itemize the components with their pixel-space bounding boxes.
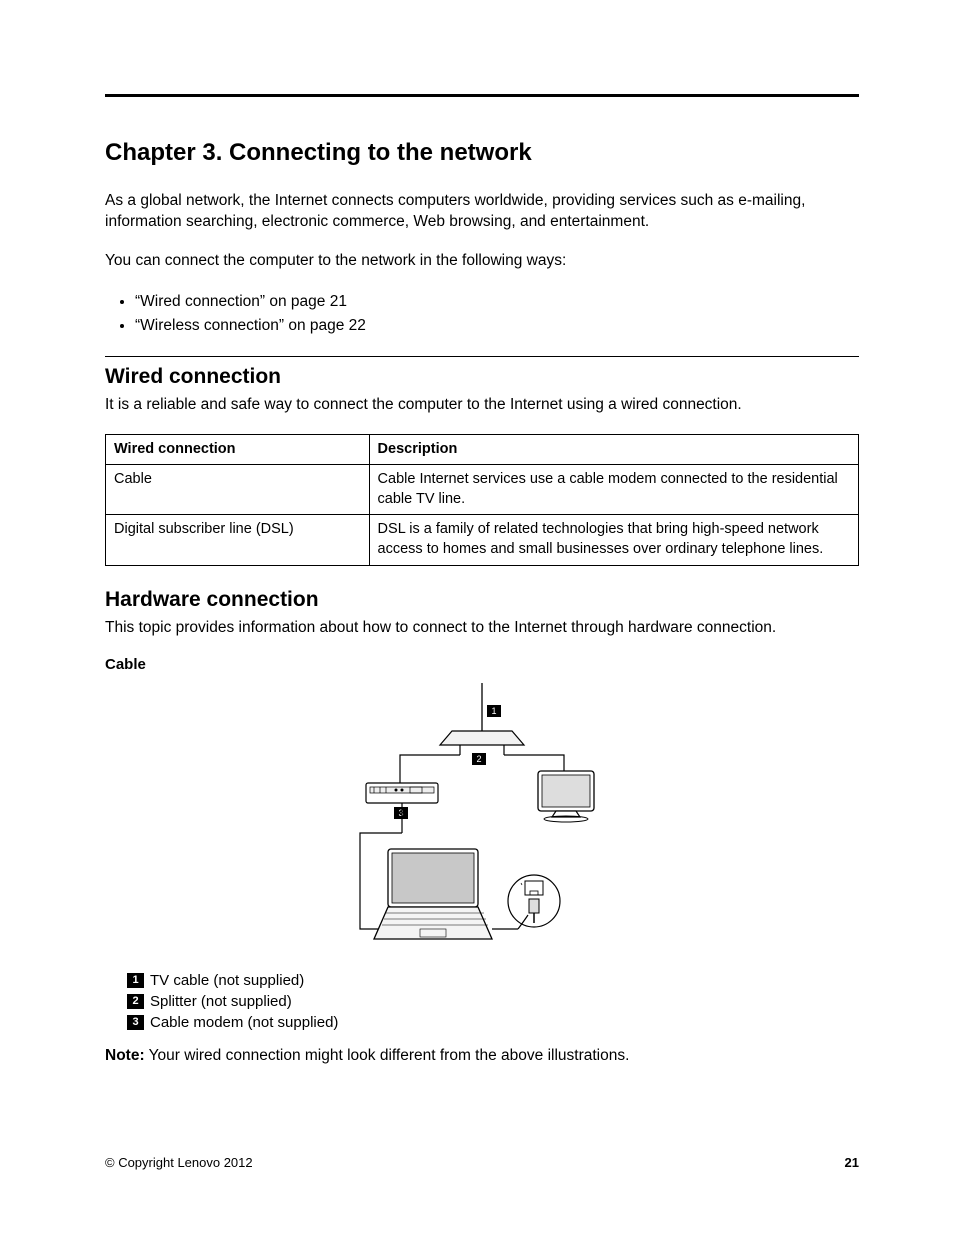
legend-badge-2: 2: [127, 994, 144, 1009]
table-row: Cable Cable Internet services use a cabl…: [106, 465, 859, 515]
legend-item-2: 2 Splitter (not supplied): [127, 991, 859, 1012]
svg-text:2: 2: [476, 754, 481, 764]
cell-dsl-desc: DSL is a family of related technologies …: [369, 515, 858, 565]
hardware-intro: This topic provides information about ho…: [105, 618, 859, 639]
cell-cable-desc: Cable Internet services use a cable mode…: [369, 465, 858, 515]
svg-text:3: 3: [398, 808, 403, 818]
page-footer: © Copyright Lenovo 2012 21: [105, 1155, 859, 1170]
top-horizontal-rule: [105, 94, 859, 97]
legend-item-3: 3 Cable modem (not supplied): [127, 1012, 859, 1033]
diagram-legend: 1 TV cable (not supplied) 2 Splitter (no…: [127, 970, 859, 1033]
table-row: Wired connection Description: [106, 434, 859, 465]
section-rule: [105, 356, 859, 357]
legend-text-1: TV cable (not supplied): [150, 970, 304, 991]
page-number: 21: [845, 1155, 859, 1170]
ways-paragraph: You can connect the computer to the netw…: [105, 251, 859, 272]
legend-badge-1: 1: [127, 973, 144, 988]
legend-item-1: 1 TV cable (not supplied): [127, 970, 859, 991]
table-header-description: Description: [369, 434, 858, 465]
table-header-type: Wired connection: [106, 434, 370, 465]
list-item-wired: “Wired connection” on page 21: [135, 290, 859, 314]
hardware-connection-heading: Hardware connection: [105, 588, 859, 612]
cell-dsl: Digital subscriber line (DSL): [106, 515, 370, 565]
list-item-wireless: “Wireless connection” on page 22: [135, 314, 859, 338]
connection-diagram-svg: 1 2 3: [342, 683, 622, 953]
cable-label: Cable: [105, 656, 859, 673]
intro-paragraph: As a global network, the Internet connec…: [105, 191, 859, 233]
wired-intro: It is a reliable and safe way to connect…: [105, 395, 859, 416]
wired-connection-table: Wired connection Description Cable Cable…: [105, 434, 859, 566]
legend-text-2: Splitter (not supplied): [150, 991, 292, 1012]
chapter-title: Chapter 3. Connecting to the network: [105, 139, 859, 167]
legend-text-3: Cable modem (not supplied): [150, 1012, 338, 1033]
svg-text:1: 1: [491, 706, 496, 716]
note-label: Note:: [105, 1047, 145, 1064]
cell-cable: Cable: [106, 465, 370, 515]
cable-diagram: 1 2 3: [105, 683, 859, 958]
note-line: Note: Your wired connection might look d…: [105, 1047, 859, 1065]
copyright-text: © Copyright Lenovo 2012: [105, 1155, 253, 1170]
table-row: Digital subscriber line (DSL) DSL is a f…: [106, 515, 859, 565]
wired-connection-heading: Wired connection: [105, 365, 859, 389]
note-text: Your wired connection might look differe…: [145, 1047, 630, 1064]
connection-ways-list: “Wired connection” on page 21 “Wireless …: [105, 290, 859, 338]
legend-badge-3: 3: [127, 1015, 144, 1030]
